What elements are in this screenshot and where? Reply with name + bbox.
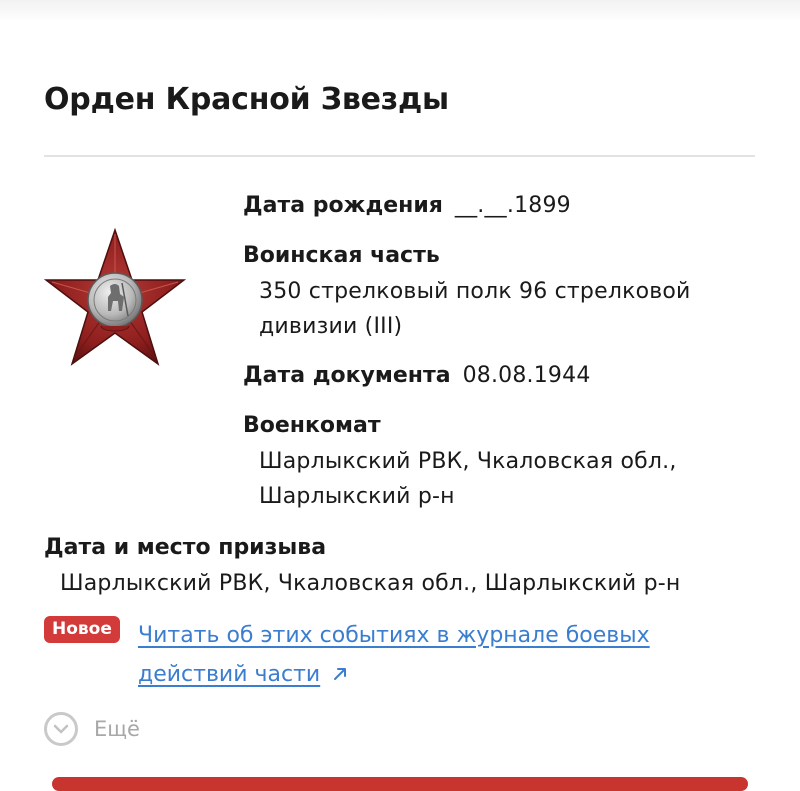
military-unit-row: Воинская часть 350 стрелковый полк 96 ст… [243, 238, 691, 344]
top-shadow [0, 0, 800, 22]
new-badge: Новое [44, 616, 120, 643]
military-office-value-line2: Шарлыкский р-н [259, 484, 455, 509]
military-office-row: Военкомат Шарлыкский РВК, Чкаловская обл… [243, 408, 677, 514]
external-link-arrow-icon[interactable] [332, 666, 348, 682]
military-office-value-line1: Шарлыкский РВК, Чкаловская обл., [259, 449, 677, 474]
bottom-action-bar[interactable] [52, 777, 748, 791]
military-unit-value-line2: дивизии (III) [259, 314, 403, 339]
document-date-label: Дата документа [243, 363, 451, 388]
draft-row: Дата и место призыва Шарлыкский РВК, Чка… [44, 530, 680, 601]
birth-date-label: Дата рождения [243, 193, 443, 218]
combat-journal-link[interactable]: Читать об этих событиях в журнале боевых… [138, 616, 698, 694]
document-date-value: 08.08.1944 [462, 363, 591, 388]
combat-journal-link-line1[interactable]: Читать об этих событиях в журнале боевых [138, 623, 650, 648]
title-divider [44, 155, 755, 157]
document-date-row: Дата документа 08.08.1944 [243, 358, 591, 394]
page-title: Орден Красной Звезды [44, 82, 449, 117]
red-star-order-icon [43, 227, 187, 370]
combat-journal-link-line2[interactable]: действий части [138, 662, 320, 687]
show-more-button[interactable]: Ещё [44, 712, 140, 746]
draft-label: Дата и место призыва [44, 535, 327, 560]
draft-value: Шарлыкский РВК, Чкаловская обл., Шарлыкс… [60, 571, 681, 596]
birth-date-value: __.__.1899 [454, 193, 571, 218]
show-more-label[interactable]: Ещё [94, 717, 140, 741]
military-unit-value-line1: 350 стрелковый полк 96 стрелковой [259, 279, 691, 304]
military-office-label: Военкомат [243, 413, 381, 438]
birth-date-row: Дата рождения __.__.1899 [243, 188, 571, 224]
chevron-down-circle-icon[interactable] [44, 712, 78, 746]
military-unit-label: Воинская часть [243, 243, 440, 268]
